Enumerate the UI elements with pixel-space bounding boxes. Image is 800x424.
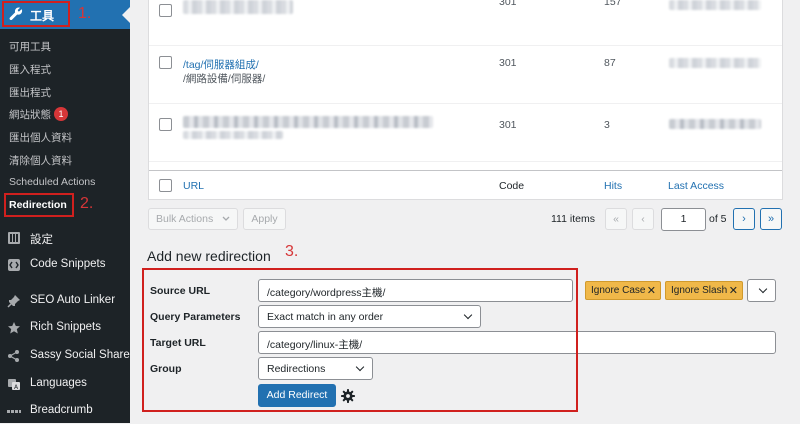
row-code: 301 (499, 57, 517, 69)
row-checkbox[interactable] (159, 118, 172, 131)
menu-rich-snippets[interactable]: Rich Snippets (0, 315, 130, 341)
menu-seo-auto-linker-label: SEO Auto Linker (30, 294, 116, 306)
table-row: 301 157 (149, 0, 782, 46)
column-code: Code (499, 180, 525, 192)
last-page-button[interactable]: » (760, 208, 782, 230)
first-page-button[interactable]: « (605, 208, 627, 230)
submenu-available-tools[interactable]: 可用工具 (9, 39, 51, 54)
table-footer: URL Code Hits Last Access (149, 170, 782, 199)
redacted-target-url (183, 131, 283, 139)
form-heading: Add new redirection (147, 248, 271, 264)
column-hits[interactable]: Hits (604, 180, 622, 192)
row-hits: 3 (604, 119, 610, 131)
menu-code-snippets[interactable]: Code Snippets (0, 252, 130, 278)
table-row: 301 3 (149, 104, 782, 162)
ignore-case-label: Ignore Case (591, 285, 646, 296)
menu-breadcrumb-label: Breadcrumb (30, 404, 93, 416)
row-hits: 157 (604, 0, 622, 8)
submenu-export-personal-data[interactable]: 匯出個人資料 (9, 130, 72, 145)
code-icon (8, 259, 20, 271)
highlight-redirection (4, 193, 74, 217)
total-pages: of 5 (709, 213, 727, 225)
ignore-case-tag[interactable]: Ignore Case ✕ (585, 281, 661, 300)
table-row: /tag/伺服器組成/ /網路設備/伺服器/ 301 87 (149, 46, 782, 104)
translate-icon: A (8, 379, 20, 391)
prev-page-button[interactable]: ‹ (632, 208, 654, 230)
next-page-button[interactable]: › (733, 208, 755, 230)
menu-sassy-social-share[interactable]: Sassy Social Share (0, 343, 130, 369)
dots-icon (7, 410, 21, 413)
submenu-erase-personal-data[interactable]: 清除個人資料 (9, 153, 72, 168)
select-all-checkbox[interactable] (159, 179, 172, 192)
submenu-site-health-label: 網站狀態 (9, 109, 51, 121)
chevron-down-icon (222, 216, 230, 221)
row-source-url[interactable]: /tag/伺服器組成/ (183, 57, 259, 72)
ignore-slash-label: Ignore Slash (671, 285, 728, 296)
redacted-last-access (669, 119, 761, 129)
share-icon (8, 350, 19, 362)
submenu-import[interactable]: 匯入程式 (9, 62, 51, 77)
submenu-site-health[interactable]: 網站狀態 1 (9, 107, 68, 122)
column-last-access[interactable]: Last Access (668, 180, 724, 192)
highlight-tools (2, 1, 70, 27)
sliders-icon (8, 232, 20, 244)
menu-breadcrumb[interactable]: Breadcrumb (0, 398, 130, 424)
apply-button[interactable]: Apply (243, 208, 286, 230)
item-count: 111 items (551, 213, 595, 225)
submenu-scheduled-actions[interactable]: Scheduled Actions (9, 176, 95, 188)
row-checkbox[interactable] (159, 4, 172, 17)
row-code: 301 (499, 119, 517, 131)
redacted-source-url (183, 0, 293, 14)
redirects-table: 301 157 /tag/伺服器組成/ /網路設備/伺服器/ 301 87 30… (148, 0, 783, 200)
menu-languages-label: Languages (30, 377, 87, 389)
menu-code-snippets-label: Code Snippets (30, 258, 106, 270)
bulk-actions-label: Bulk Actions (156, 213, 214, 225)
menu-settings-label: 設定 (30, 234, 53, 246)
annotation-step-3: 3. (285, 243, 299, 260)
menu-settings[interactable]: 設定 (0, 225, 130, 251)
row-target-url: /網路設備/伺服器/ (183, 73, 266, 85)
redacted-source-url (183, 116, 433, 128)
row-code: 301 (499, 0, 517, 8)
annotation-step-1: 1. (78, 5, 92, 22)
current-page-input[interactable]: 1 (661, 208, 706, 231)
notification-badge: 1 (54, 107, 68, 121)
annotation-step-2: 2. (80, 195, 94, 212)
star-icon (8, 322, 20, 334)
bulk-actions-select[interactable]: Bulk Actions (148, 208, 238, 230)
column-url[interactable]: URL (183, 180, 204, 192)
menu-seo-auto-linker[interactable]: SEO Auto Linker (0, 288, 130, 314)
menu-rich-snippets-label: Rich Snippets (30, 321, 101, 333)
remove-icon[interactable]: ✕ (729, 284, 738, 297)
row-checkbox[interactable] (159, 56, 172, 69)
menu-sassy-social-share-label: Sassy Social Share (30, 349, 130, 361)
redacted-last-access (669, 58, 761, 68)
menu-languages[interactable]: A Languages (0, 371, 130, 397)
flags-dropdown[interactable] (747, 279, 776, 302)
pin-icon (7, 295, 20, 308)
highlight-form (142, 268, 578, 412)
ignore-slash-tag[interactable]: Ignore Slash ✕ (665, 281, 743, 300)
current-menu-arrow (122, 7, 130, 23)
row-hits: 87 (604, 57, 616, 69)
remove-icon[interactable]: ✕ (647, 284, 656, 297)
submenu-export[interactable]: 匯出程式 (9, 85, 51, 100)
redacted-last-access (669, 0, 761, 10)
